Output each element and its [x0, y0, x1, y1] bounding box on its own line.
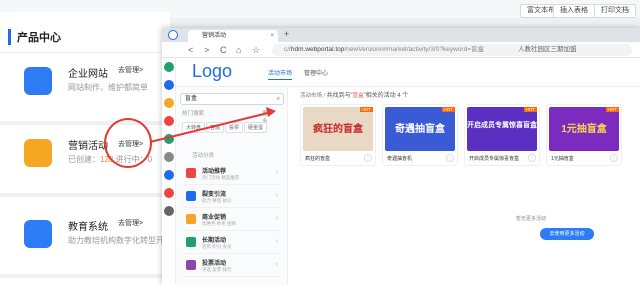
- annotation-arrow: [149, 107, 276, 143]
